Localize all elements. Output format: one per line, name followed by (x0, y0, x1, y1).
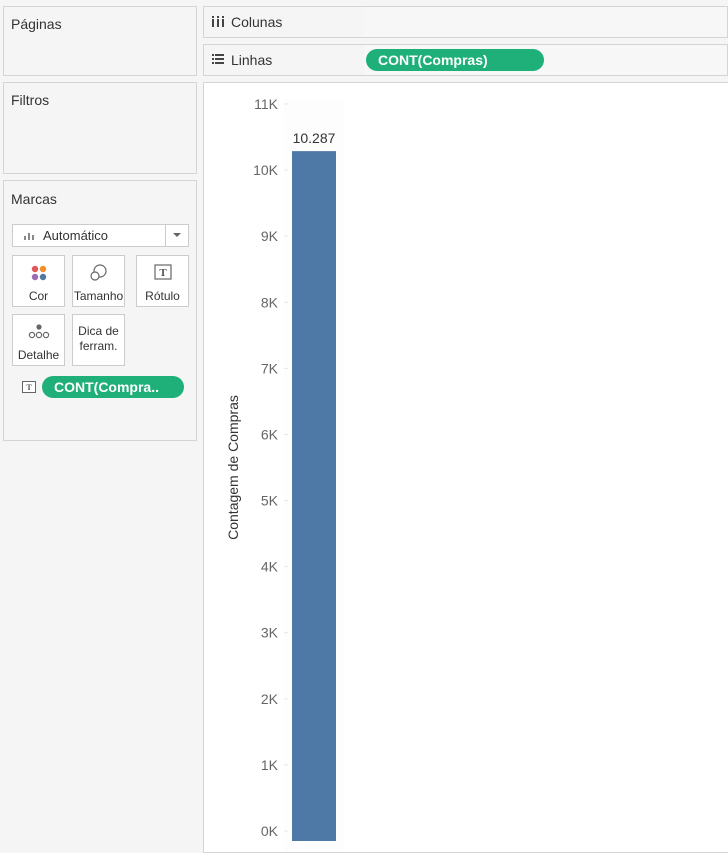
marks-field-pill[interactable]: CONT(Compra.. (42, 376, 184, 398)
tooltip-card-label-line2: ferram. (79, 339, 118, 353)
chart-view: 0K 1K 2K 3K 4K 5K 6K 7K 8K 9K 10K 11K Contagem de Co… (203, 82, 728, 853)
bar (292, 151, 336, 842)
y-tick-label: 4K (261, 559, 279, 575)
pages-title: Páginas (11, 16, 62, 32)
rows-label: Linhas (231, 52, 273, 68)
bar-chart-icon (24, 233, 34, 240)
color-card-label: Cor (28, 289, 49, 303)
columns-label: Colunas (231, 14, 283, 30)
text-label-icon: T (153, 264, 172, 280)
marks-panel: Marcas Automático Cor Tamanho T Rótulo D… (3, 180, 197, 441)
rows-drop-area[interactable]: CONT(Compras) (364, 45, 727, 75)
y-tick-label: 5K (261, 493, 279, 509)
svg-text:T: T (26, 383, 32, 392)
y-tick-label: 3K (261, 625, 279, 641)
y-tick-label: 7K (261, 360, 279, 376)
filters-title: Filtros (11, 92, 50, 108)
columns-shelf: Colunas (203, 6, 728, 38)
detail-card[interactable]: Detalhe (12, 314, 65, 366)
y-tick-label: 11K (254, 96, 279, 112)
color-dots-icon (31, 265, 46, 281)
tooltip-card-label-line1: Dica de (78, 324, 119, 338)
pages-panel: Páginas (3, 6, 197, 76)
mark-type-dropdown[interactable]: Automático (12, 224, 189, 247)
label-card[interactable]: T Rótulo (136, 255, 189, 307)
filters-panel: Filtros (3, 82, 197, 174)
y-tick-label: 2K (261, 691, 279, 707)
rows-icon (212, 54, 224, 64)
chevron-down-icon (173, 233, 181, 237)
y-tick-label: 8K (261, 294, 279, 310)
y-tick-label: 9K (261, 228, 279, 244)
y-axis-title: Contagem de Compras (225, 395, 241, 540)
columns-drop-area[interactable] (364, 7, 727, 37)
detail-card-label: Detalhe (17, 348, 60, 362)
size-card[interactable]: Tamanho (72, 255, 125, 307)
size-circles-icon (89, 264, 107, 281)
text-field-icon: T (22, 381, 36, 393)
size-card-label: Tamanho (73, 289, 124, 303)
columns-icon (212, 16, 224, 27)
y-tick-label: 6K (261, 426, 279, 442)
y-tick-label: 10K (253, 162, 279, 178)
columns-shelf-label-cell: Colunas (204, 7, 365, 37)
mark-type-label: Automático (43, 228, 109, 243)
rows-field-pill[interactable]: CONT(Compras) (366, 49, 544, 71)
bar-data-label: 10.287 (293, 130, 336, 146)
y-tick-label: 0K (261, 823, 279, 839)
color-card[interactable]: Cor (12, 255, 65, 307)
y-tick-label: 1K (261, 757, 279, 773)
marks-title: Marcas (11, 191, 57, 207)
svg-text:T: T (159, 267, 167, 279)
rows-shelf: Linhas CONT(Compras) (203, 44, 728, 76)
bar-chart: 0K 1K 2K 3K 4K 5K 6K 7K 8K 9K 10K 11K Contagem de Co… (225, 96, 344, 851)
detail-dots-icon (28, 324, 49, 339)
tooltip-card[interactable]: Dica de ferram. (72, 314, 125, 366)
rows-shelf-label-cell: Linhas (204, 45, 365, 75)
label-card-label: Rótulo (145, 289, 180, 303)
dropdown-arrow[interactable] (165, 225, 188, 246)
